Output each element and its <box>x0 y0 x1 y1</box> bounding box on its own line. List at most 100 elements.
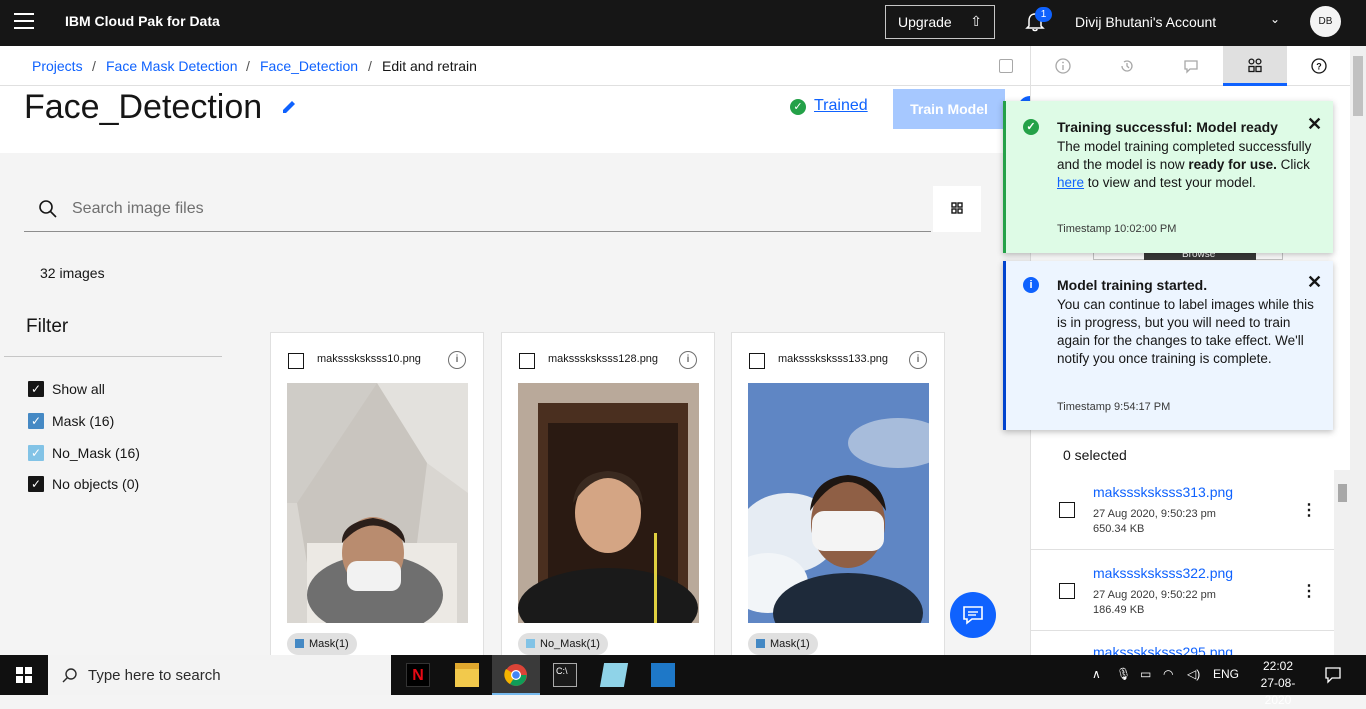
image-card[interactable]: maksssksksss128.png i No_Mask(1) <box>501 332 715 655</box>
checkbox-checked[interactable]: ✓ <box>28 476 44 492</box>
trained-status-link[interactable]: Trained <box>814 97 868 115</box>
notes-app-icon[interactable] <box>590 655 638 695</box>
image-filename: maksssksksss133.png <box>778 353 889 365</box>
chat-icon <box>963 606 983 625</box>
selected-count: 0 selected <box>1063 447 1127 463</box>
tab-info[interactable] <box>1031 46 1095 86</box>
label-tag: Mask(1) <box>748 633 818 655</box>
image-thumbnail[interactable] <box>287 383 468 623</box>
checkbox-checked[interactable]: ✓ <box>28 381 44 397</box>
label-tag: Mask(1) <box>287 633 357 655</box>
breadcrumb-face-detection[interactable]: Face_Detection <box>260 58 358 74</box>
tab-objects[interactable] <box>1223 46 1287 86</box>
info-icon[interactable]: i <box>448 351 466 369</box>
image-card[interactable]: maksssksksss10.png i Mask(1) <box>270 332 484 655</box>
file-name-link[interactable]: maksssksksss322.png <box>1093 565 1233 581</box>
checkbox-checked[interactable]: ✓ <box>28 413 44 429</box>
product-name[interactable]: IBM Cloud Pak for Data <box>65 13 220 29</box>
file-explorer-icon[interactable] <box>443 655 491 695</box>
checkbox-checked[interactable]: ✓ <box>28 445 44 461</box>
chevron-up-icon[interactable]: ∧ <box>1092 667 1101 681</box>
notification-title: Model training started. <box>1057 277 1208 293</box>
tag-color-swatch <box>295 639 304 648</box>
save-icon[interactable] <box>999 59 1013 73</box>
action-center-icon[interactable] <box>1324 666 1342 684</box>
info-icon[interactable]: i <box>679 351 697 369</box>
svg-text:?: ? <box>1316 62 1322 72</box>
windows-start-icon[interactable] <box>16 667 32 683</box>
panel-tabs: ? <box>1031 46 1350 86</box>
breadcrumb-projects[interactable]: Projects <box>32 58 83 74</box>
tab-comments[interactable] <box>1159 46 1223 86</box>
notification-body: The model training completed successfull… <box>1057 138 1319 192</box>
account-switcher[interactable]: Divij Bhutani's Account <box>1075 14 1216 30</box>
tab-history[interactable] <box>1095 46 1159 86</box>
checkbox[interactable] <box>749 353 765 369</box>
overflow-menu-icon[interactable]: ⋮ <box>1301 500 1317 520</box>
image-card[interactable]: maksssksksss133.png i Mask(1) <box>731 332 945 655</box>
scrollbar[interactable] <box>1334 470 1350 655</box>
train-model-button[interactable]: Train Model <box>893 89 1005 129</box>
history-icon <box>1121 60 1133 72</box>
grid-icon <box>951 202 963 214</box>
checkbox[interactable] <box>1059 583 1075 599</box>
tab-help[interactable]: ? <box>1287 46 1350 86</box>
search-input[interactable] <box>72 186 892 231</box>
page-title: Face_Detection <box>24 88 263 126</box>
notification-title: Training successful: Model ready <box>1057 119 1278 135</box>
wifi-icon[interactable]: ◠ <box>1163 667 1173 681</box>
terminal-icon[interactable]: C:\ <box>541 655 589 695</box>
checkbox[interactable] <box>288 353 304 369</box>
chrome-icon[interactable] <box>492 655 540 695</box>
file-name-link[interactable]: maksssksksss313.png <box>1093 484 1233 500</box>
file-row[interactable]: maksssksksss295.png <box>1031 632 1334 655</box>
here-link[interactable]: here <box>1057 175 1084 190</box>
checkmark-icon: ✓ <box>790 99 806 115</box>
checkbox[interactable] <box>1059 502 1075 518</box>
clock[interactable]: 22:02 27-08-2020 <box>1248 658 1308 709</box>
breadcrumb-current: Edit and retrain <box>382 58 477 74</box>
checkbox[interactable] <box>519 353 535 369</box>
upgrade-label: Upgrade <box>898 14 952 30</box>
battery-icon[interactable]: ▭ <box>1140 667 1151 681</box>
image-thumbnail[interactable] <box>518 383 699 623</box>
image-count: 32 images <box>40 265 105 281</box>
breadcrumb-face-mask-detection[interactable]: Face Mask Detection <box>106 58 238 74</box>
file-name-link[interactable]: maksssksksss295.png <box>1093 644 1233 655</box>
close-icon[interactable]: ✕ <box>1307 272 1322 293</box>
netflix-app-icon[interactable]: N <box>394 655 442 695</box>
breadcrumb-separator: / <box>92 58 96 74</box>
microphone-icon[interactable]: 🎙 <box>1116 667 1131 681</box>
file-date: 27 Aug 2020, 9:50:22 pm <box>1093 589 1216 601</box>
info-icon[interactable]: i <box>909 351 927 369</box>
scrollbar-thumb[interactable] <box>1353 56 1363 116</box>
upgrade-button[interactable]: Upgrade ⇧ <box>885 5 995 39</box>
chat-button[interactable] <box>950 592 996 638</box>
body-bold-text: ready for use. <box>1188 157 1277 172</box>
language-indicator[interactable]: ENG <box>1213 667 1239 681</box>
page-header: Face_Detection ✓ Trained Train Model <box>0 86 1030 153</box>
menu-icon[interactable] <box>14 13 34 31</box>
breadcrumb-separator: / <box>246 58 250 74</box>
filter-label: No objects (0) <box>52 476 140 492</box>
file-row[interactable]: maksssksksss322.png 27 Aug 2020, 9:50:22… <box>1031 551 1334 631</box>
page-scrollbar[interactable] <box>1350 46 1366 655</box>
avatar[interactable]: DB <box>1310 6 1341 37</box>
overflow-menu-icon[interactable]: ⋮ <box>1301 581 1317 601</box>
taskbar-search[interactable]: Type here to search <box>48 655 391 695</box>
grid-view-button[interactable] <box>933 186 981 232</box>
breadcrumb: Projects / Face Mask Detection / Face_De… <box>0 46 1030 86</box>
volume-icon[interactable]: ◁) <box>1187 667 1200 681</box>
label-tag: No_Mask(1) <box>518 633 608 655</box>
scrollbar-thumb[interactable] <box>1338 484 1347 502</box>
photos-app-icon[interactable] <box>639 655 687 695</box>
image-filename: maksssksksss128.png <box>548 353 659 365</box>
image-thumbnail[interactable] <box>748 383 929 623</box>
close-icon[interactable]: ✕ <box>1307 114 1322 135</box>
notification-body: You can continue to label images while t… <box>1057 297 1314 366</box>
divider <box>4 356 222 357</box>
chevron-down-icon[interactable]: ⌄ <box>1270 12 1280 26</box>
file-row[interactable]: maksssksksss313.png 27 Aug 2020, 9:50:23… <box>1031 470 1334 550</box>
browse-button[interactable]: Browse <box>1144 252 1256 260</box>
edit-pencil-icon[interactable] <box>280 98 298 116</box>
